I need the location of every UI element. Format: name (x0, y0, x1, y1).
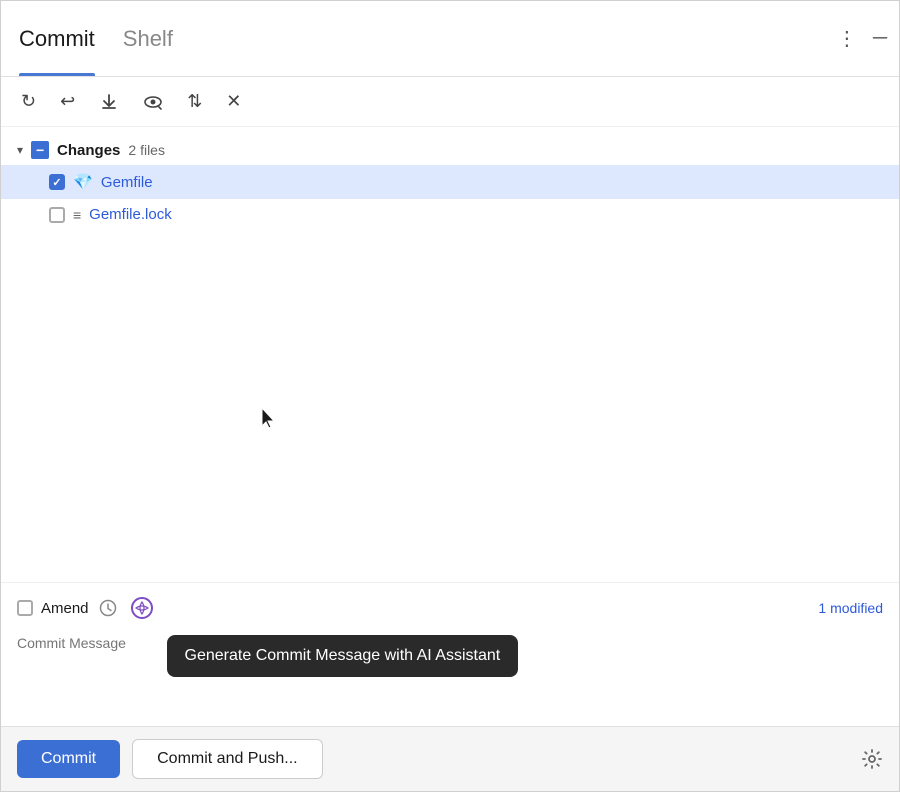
minimize-icon: ─ (873, 27, 887, 50)
collapse-button[interactable]: ✕ (222, 87, 245, 116)
commit-button[interactable]: Commit (17, 740, 120, 778)
toolbar: ↻ ↩ ⇅ ✕ (1, 77, 899, 127)
tree-item-gemfile[interactable]: 💎 Gemfile (1, 165, 899, 199)
update-button[interactable] (95, 88, 123, 116)
gemfile-lock-name: Gemfile.lock (89, 206, 172, 223)
expand-button[interactable]: ⇅ (183, 87, 206, 116)
minimize-button[interactable]: ─ (869, 23, 891, 54)
changes-label: Changes (57, 142, 120, 159)
tabs-bar: Commit Shelf ⋮ ─ (1, 1, 899, 77)
changes-count: 2 files (128, 142, 165, 158)
tabs-actions: ⋮ ─ (833, 22, 891, 55)
more-options-button[interactable]: ⋮ (833, 22, 861, 55)
amend-row: Amend Generate Commit Message with AI As… (17, 595, 883, 621)
chevron-down-icon: ▾ (17, 143, 23, 157)
commit-message-input[interactable] (17, 631, 883, 721)
tree-item-gemfile-lock[interactable]: ≡ Gemfile.lock (1, 199, 899, 230)
main-panel: Commit Shelf ⋮ ─ ↻ ↩ (0, 0, 900, 792)
ai-assist-button[interactable]: Generate Commit Message with AI Assistan… (127, 595, 157, 621)
modified-count: 1 modified (818, 600, 883, 616)
more-icon: ⋮ (837, 26, 857, 51)
ai-icon (131, 597, 153, 619)
history-button[interactable] (97, 597, 119, 619)
text-file-icon: ≡ (73, 207, 81, 223)
file-tree: ▾ Changes 2 files 💎 Gemfile ≡ Gemfile.lo… (1, 127, 899, 582)
gear-icon (861, 748, 883, 770)
ruby-icon: 💎 (73, 172, 93, 192)
amend-checkbox[interactable] (17, 600, 33, 616)
gemfile-checkbox[interactable] (49, 174, 65, 190)
bottom-section: Amend Generate Commit Message with AI As… (1, 582, 899, 726)
changes-group-icon (31, 141, 49, 159)
tab-shelf[interactable]: Shelf (113, 1, 191, 76)
tree-items: 💎 Gemfile ≡ Gemfile.lock (1, 165, 899, 230)
settings-button[interactable] (861, 748, 883, 770)
refresh-button[interactable]: ↻ (17, 87, 40, 116)
commit-and-push-button[interactable]: Commit and Push... (132, 739, 323, 779)
gemfile-lock-checkbox[interactable] (49, 207, 65, 223)
eye-button[interactable] (139, 88, 167, 116)
undo-button[interactable]: ↩ (56, 87, 79, 116)
changes-group-header[interactable]: ▾ Changes 2 files (1, 135, 899, 165)
tab-commit[interactable]: Commit (9, 1, 113, 76)
footer: Commit Commit and Push... (1, 726, 899, 791)
amend-label: Amend (41, 600, 89, 617)
gemfile-name: Gemfile (101, 174, 153, 191)
